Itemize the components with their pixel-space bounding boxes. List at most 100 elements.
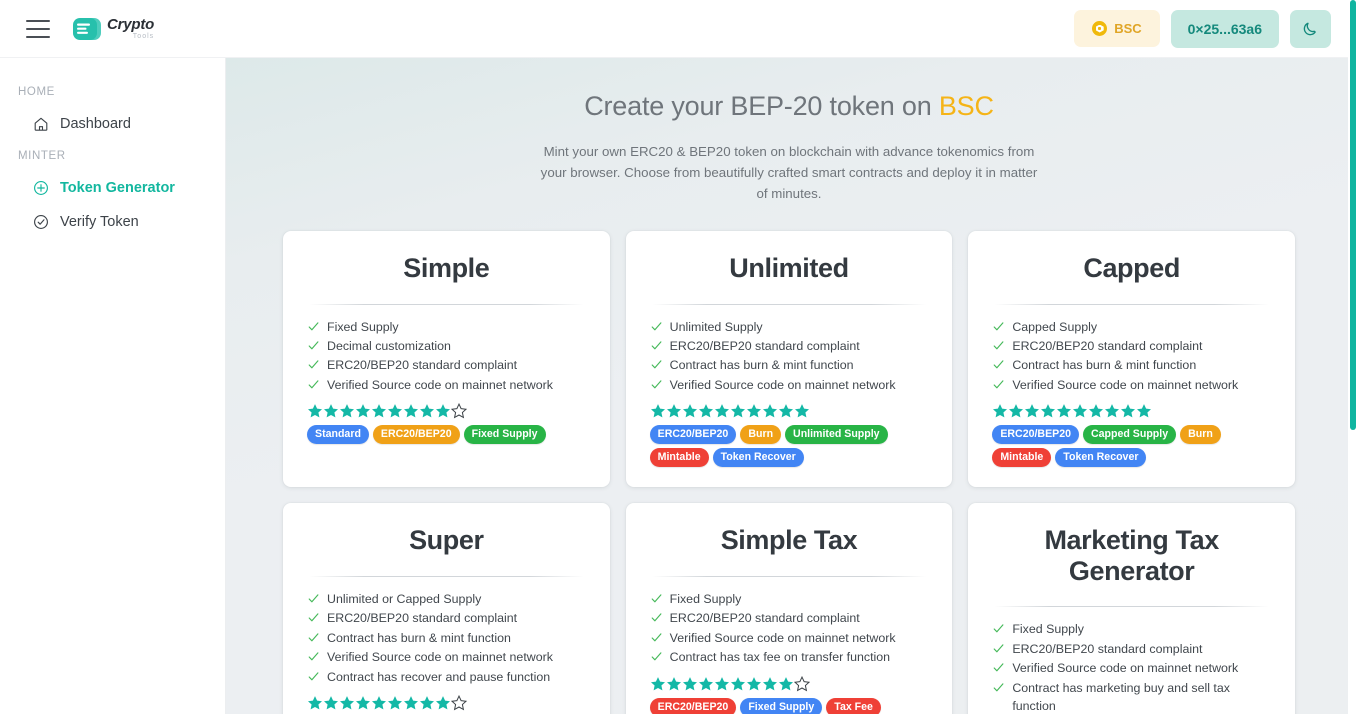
star-filled-icon xyxy=(340,404,354,418)
star-filled-icon xyxy=(762,404,777,418)
card-divider xyxy=(309,303,584,305)
theme-toggle-button[interactable] xyxy=(1290,9,1331,48)
check-icon xyxy=(308,341,319,350)
feature-label: Unlimited Supply xyxy=(669,319,763,334)
rating-stars xyxy=(646,403,933,419)
feature-item: Verified Source code on mainnet network xyxy=(651,377,933,395)
feature-badge[interactable]: Burn xyxy=(1180,425,1221,445)
feature-list: Fixed Supply ERC20/BEP20 standard complai… xyxy=(988,621,1275,714)
feature-label: Contract has burn & mint function xyxy=(669,358,854,373)
feature-label: Capped Supply xyxy=(1012,319,1098,334)
feature-item: Capped Supply xyxy=(993,319,1275,337)
feature-label: Contract has recover and pause function xyxy=(327,669,551,684)
token-template-card[interactable]: Capped Capped Supply ERC20/BEP20 standard … xyxy=(968,231,1295,488)
star-filled-icon xyxy=(698,404,713,418)
feature-label: ERC20/BEP20 standard complaint xyxy=(669,338,860,353)
hero-section: Create your BEP-20 token on BSC Mint you… xyxy=(226,58,1352,204)
token-template-grid: Simple Fixed Supply Decimal customization E… xyxy=(226,231,1352,714)
feature-label: Verified Source code on mainnet network xyxy=(327,650,553,665)
badge-list: ERC20/BEP20 Fixed Supply Tax Fee xyxy=(646,697,933,714)
badge-list: Standard ERC20/BEP20 Fixed Supply xyxy=(303,425,590,445)
feature-badge[interactable]: ERC20/BEP20 xyxy=(649,425,737,445)
rating-stars xyxy=(303,403,590,419)
hamburger-icon[interactable] xyxy=(26,19,50,38)
sidebar-item-label: Verify Token xyxy=(60,214,139,230)
card-title: Marketing Tax Generator xyxy=(1044,525,1219,586)
check-icon xyxy=(651,633,662,642)
rating-stars xyxy=(303,695,590,711)
feature-label: Verified Source code on mainnet network xyxy=(1012,377,1239,392)
feature-badge[interactable]: Standard xyxy=(307,425,369,445)
card-divider xyxy=(994,606,1269,608)
rating-stars xyxy=(646,675,933,692)
home-icon xyxy=(34,117,48,131)
star-filled-icon xyxy=(436,696,450,710)
check-icon xyxy=(993,341,1004,350)
check-icon xyxy=(308,672,319,681)
page-scrollbar-thumb[interactable] xyxy=(1350,0,1356,430)
feature-label: Contract has marketing buy and sell tax … xyxy=(1012,680,1230,713)
check-icon xyxy=(651,594,662,603)
check-icon xyxy=(993,380,1004,389)
token-template-card[interactable]: Marketing Tax Generator Fixed Supply ERC20… xyxy=(968,503,1295,714)
feature-badge[interactable]: ERC20/BEP20 xyxy=(992,425,1079,445)
feature-item: Verified Source code on mainnet network xyxy=(308,649,590,667)
feature-item: Unlimited Supply xyxy=(651,319,933,337)
token-template-card[interactable]: Simple Fixed Supply Decimal customization E… xyxy=(283,231,610,488)
feature-badge[interactable]: Capped Supply xyxy=(1083,425,1177,445)
feature-item: Verified Source code on mainnet network xyxy=(993,377,1275,395)
sidebar-item-label: Dashboard xyxy=(60,116,131,132)
network-selector-button[interactable]: BSC xyxy=(1074,10,1160,47)
page-title-prefix: Create your BEP-20 token on xyxy=(584,91,932,121)
feature-badge[interactable]: Fixed Supply xyxy=(740,697,823,714)
sidebar-item-token-generator[interactable]: Token Generator xyxy=(0,171,225,205)
star-filled-icon xyxy=(308,404,322,418)
feature-badge[interactable]: Token Recover xyxy=(1055,448,1147,468)
feature-badge[interactable]: Mintable xyxy=(649,448,709,468)
feature-badge[interactable]: ERC20/BEP20 xyxy=(649,697,737,714)
star-empty-icon xyxy=(793,675,810,692)
token-template-card[interactable]: Unlimited Unlimited Supply ERC20/BEP20 sta… xyxy=(625,231,953,488)
card-title: Unlimited xyxy=(729,253,849,283)
feature-item: Verified Source code on mainnet network xyxy=(993,660,1275,678)
feature-badge[interactable]: Token Recover xyxy=(712,448,804,468)
feature-badge[interactable]: ERC20/BEP20 xyxy=(372,425,460,445)
feature-item: ERC20/BEP20 standard complaint xyxy=(993,338,1275,356)
feature-label: Fixed Supply xyxy=(327,319,399,334)
feature-badge[interactable]: Unlimited Supply xyxy=(785,425,888,445)
brand-logo[interactable]: Crypto Tools xyxy=(72,15,154,43)
page-scrollbar[interactable] xyxy=(1348,0,1358,714)
feature-label: Contract has burn & mint function xyxy=(327,630,511,645)
sidebar-item-verify-token[interactable]: Verify Token xyxy=(0,205,225,239)
wallet-address-button[interactable]: 0×25...63a6 xyxy=(1170,9,1279,48)
token-template-card[interactable]: Simple Tax Fixed Supply ERC20/BEP20 standa… xyxy=(625,503,953,714)
feature-badge[interactable]: Tax Fee xyxy=(826,697,881,714)
star-filled-icon xyxy=(324,696,338,710)
rating-stars xyxy=(988,403,1275,419)
star-filled-icon xyxy=(778,404,793,418)
check-icon xyxy=(993,321,1004,330)
check-icon xyxy=(993,624,1004,633)
feature-badge[interactable]: Mintable xyxy=(992,448,1052,468)
check-icon xyxy=(308,594,319,603)
star-filled-icon xyxy=(356,404,370,418)
token-template-card[interactable]: Super Unlimited or Capped Supply ERC20/BEP… xyxy=(283,503,610,714)
hero-subtitle: Mint your own ERC20 & BEP20 token on blo… xyxy=(540,144,1038,201)
check-icon xyxy=(308,613,319,622)
check-icon xyxy=(993,683,1004,692)
star-filled-icon xyxy=(404,696,418,710)
feature-label: Contract has burn & mint function xyxy=(1012,358,1197,373)
sidebar-section-minter-label: MINTER xyxy=(18,150,66,162)
check-icon xyxy=(651,341,662,350)
star-filled-icon xyxy=(1105,404,1120,418)
sidebar-item-dashboard[interactable]: Dashboard xyxy=(0,107,225,141)
card-divider xyxy=(651,575,927,577)
star-filled-icon xyxy=(730,676,745,691)
feature-badge[interactable]: Fixed Supply xyxy=(463,425,546,445)
feature-item: Verified Source code on mainnet network xyxy=(651,630,933,648)
feature-label: ERC20/BEP20 standard complaint xyxy=(1012,338,1203,353)
feature-badge[interactable]: Burn xyxy=(740,425,782,445)
main-content: Create your BEP-20 token on BSC Mint you… xyxy=(226,58,1352,714)
star-filled-icon xyxy=(993,404,1008,418)
feature-list: Unlimited or Capped Supply ERC20/BEP20 st… xyxy=(303,591,590,688)
